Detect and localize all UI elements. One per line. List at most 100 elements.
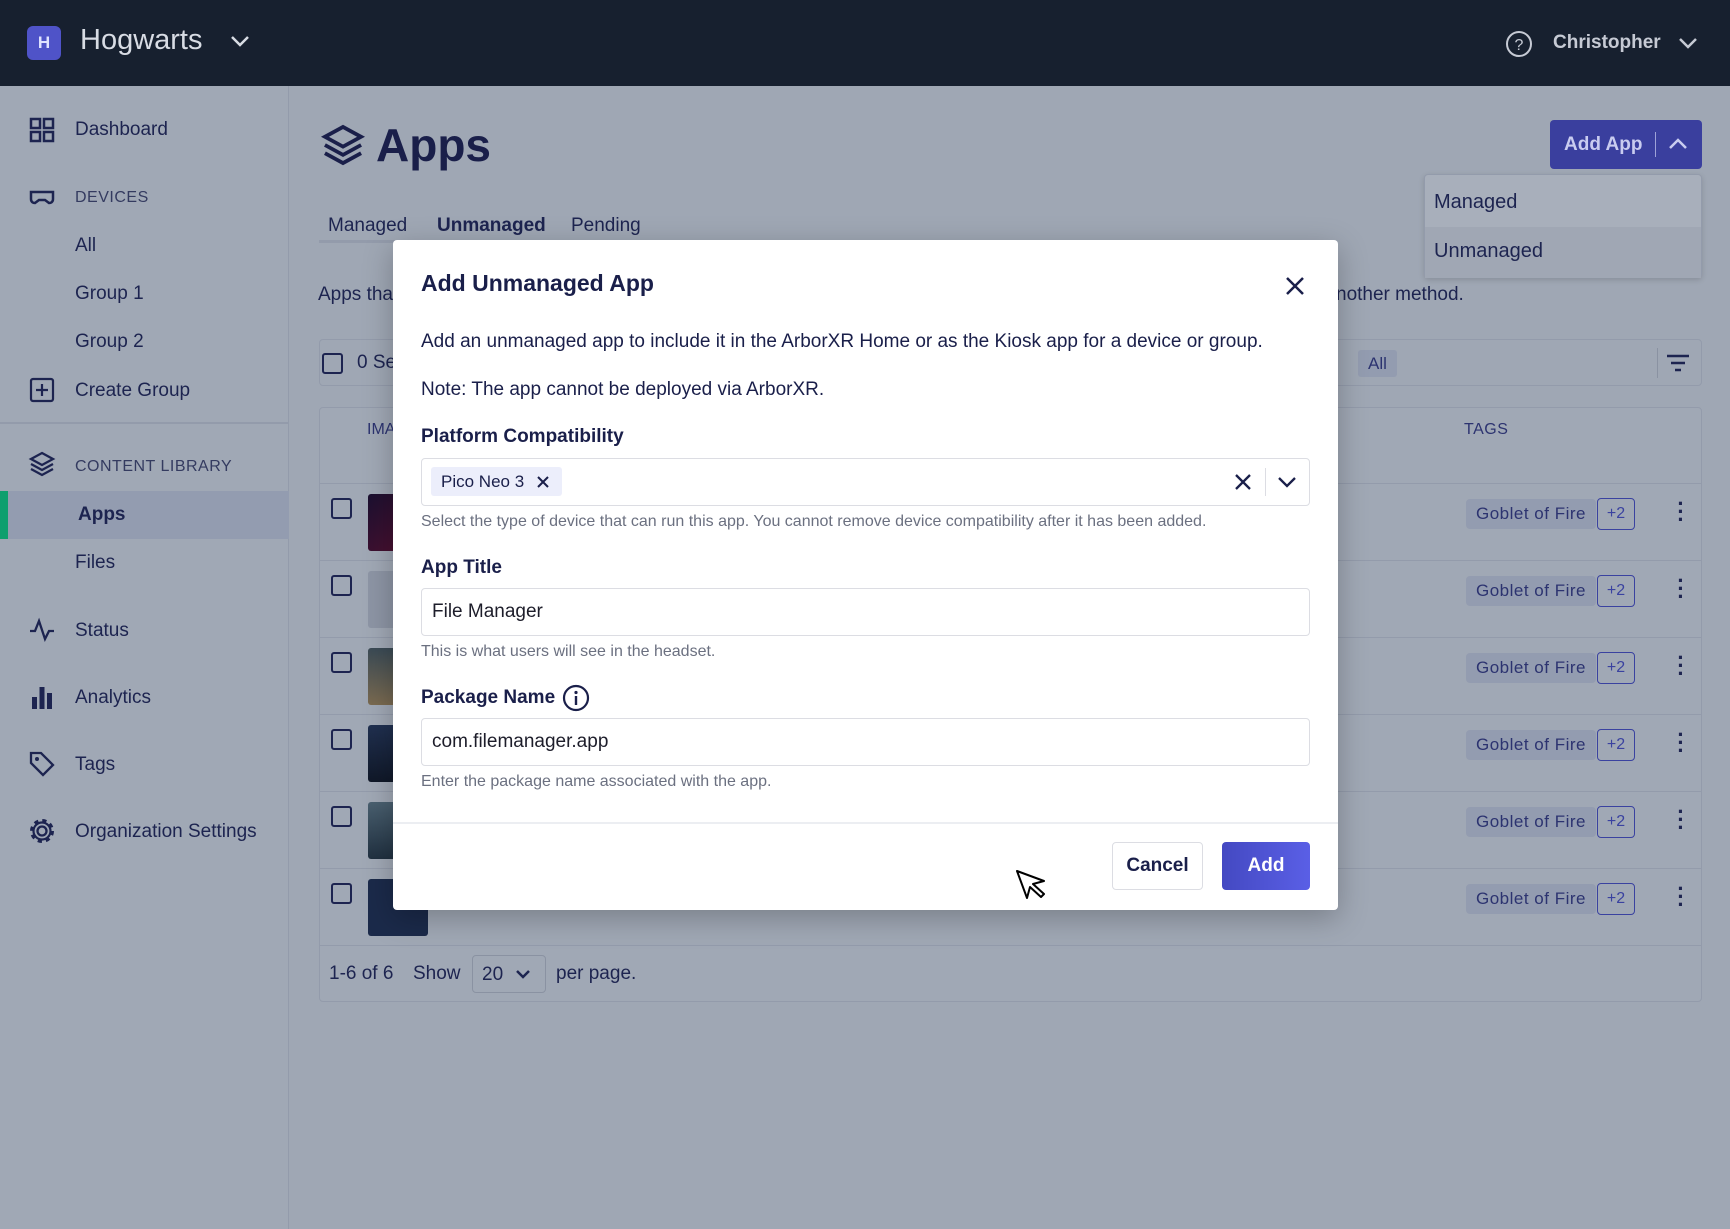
more-tags-button[interactable]: +2 xyxy=(1597,883,1635,915)
top-bar: H Hogwarts ? Christopher xyxy=(0,0,1730,86)
package-name-label: Package Name xyxy=(421,687,556,708)
sidebar-active-bg xyxy=(0,491,289,539)
show-label: Show xyxy=(413,963,461,984)
sidebar-item-files[interactable]: Files xyxy=(75,552,115,574)
row-checkbox[interactable] xyxy=(331,729,352,750)
per-page-label: per page. xyxy=(556,963,637,984)
user-chevron-down-icon[interactable] xyxy=(1678,36,1698,50)
column-header-image: IMA xyxy=(367,421,396,438)
sidebar-item-group-1[interactable]: Group 1 xyxy=(75,283,144,305)
tag-chip[interactable]: Goblet of Fire xyxy=(1466,807,1596,837)
devices-header: DEVICES xyxy=(75,189,149,206)
add-app-button[interactable]: Add App xyxy=(1550,120,1702,169)
tag-chip[interactable]: Goblet of Fire xyxy=(1466,499,1596,529)
sidebar-item-create-group[interactable]: Create Group xyxy=(75,380,190,402)
footer-divider xyxy=(393,822,1338,824)
more-tags-button[interactable]: +2 xyxy=(1597,652,1635,684)
sidebar-item-analytics[interactable]: Analytics xyxy=(75,687,151,709)
more-tags-button[interactable]: +2 xyxy=(1597,806,1635,838)
chevron-down-icon[interactable] xyxy=(1277,476,1297,489)
per-page-select[interactable]: 20 xyxy=(472,955,546,993)
menu-item-unmanaged[interactable]: Unmanaged xyxy=(1434,240,1543,263)
modal-intro: Add an unmanaged app to include it in th… xyxy=(421,331,1263,352)
apps-layers-icon xyxy=(320,124,366,166)
mouse-cursor-icon xyxy=(1016,870,1045,899)
platform-label: Platform Compatibility xyxy=(421,426,624,447)
kebab-menu-icon[interactable]: · · · xyxy=(1677,647,1685,685)
package-name-help: Enter the package name associated with t… xyxy=(421,773,772,790)
per-page-value: 20 xyxy=(482,964,504,985)
sidebar-item-status[interactable]: Status xyxy=(75,620,129,642)
tag-chip[interactable]: Goblet of Fire xyxy=(1466,884,1596,914)
row-checkbox[interactable] xyxy=(331,575,352,596)
clear-icon[interactable] xyxy=(1234,473,1252,491)
platform-select[interactable]: Pico Neo 3 xyxy=(421,458,1310,506)
tag-chip[interactable]: Goblet of Fire xyxy=(1466,730,1596,760)
sidebar-item-tags[interactable]: Tags xyxy=(75,754,115,776)
more-tags-button[interactable]: +2 xyxy=(1597,575,1635,607)
modal-note: Note: The app cannot be deployed via Arb… xyxy=(421,379,825,400)
org-avatar[interactable]: H xyxy=(27,26,61,60)
kebab-menu-icon[interactable]: · · · xyxy=(1677,493,1685,531)
divider xyxy=(1655,132,1656,157)
more-tags-button[interactable]: +2 xyxy=(1597,498,1635,530)
tag-icon xyxy=(29,751,55,777)
platform-help: Select the type of device that can run t… xyxy=(421,513,1207,530)
sidebar-item-organization-settings[interactable]: Organization Settings xyxy=(75,821,257,843)
tab-pending[interactable]: Pending xyxy=(571,215,641,237)
sidebar-item-apps[interactable]: Apps xyxy=(78,504,126,526)
sidebar-item-dashboard[interactable]: Dashboard xyxy=(75,119,168,141)
help-circle-icon[interactable]: ? xyxy=(1505,30,1533,58)
sidebar-item-all[interactable]: All xyxy=(75,235,96,257)
chip-remove-icon[interactable] xyxy=(536,475,550,489)
row-checkbox[interactable] xyxy=(331,883,352,904)
divider xyxy=(1657,348,1658,378)
tag-chip[interactable]: Goblet of Fire xyxy=(1466,653,1596,683)
modal-title: Add Unmanaged App xyxy=(421,270,654,296)
pagination-range: 1-6 of 6 xyxy=(329,963,394,984)
sidebar-item-group-2[interactable]: Group 2 xyxy=(75,331,144,353)
cancel-button[interactable]: Cancel xyxy=(1112,842,1203,890)
kebab-menu-icon[interactable]: · · · xyxy=(1677,570,1685,608)
svg-text:?: ? xyxy=(1515,37,1524,54)
row-checkbox[interactable] xyxy=(331,498,352,519)
app-title-help: This is what users will see in the heads… xyxy=(421,643,716,660)
app-title-label: App Title xyxy=(421,557,502,578)
close-icon[interactable] xyxy=(1284,275,1306,297)
platform-chip: Pico Neo 3 xyxy=(431,467,563,496)
add-app-label: Add App xyxy=(1564,133,1643,155)
content-library-header: CONTENT LIBRARY xyxy=(75,458,233,475)
kebab-menu-icon[interactable]: · · · xyxy=(1677,878,1685,916)
row-checkbox[interactable] xyxy=(331,806,352,827)
add-app-menu: Managed Unmanaged xyxy=(1424,174,1702,278)
row-checkbox[interactable] xyxy=(331,652,352,673)
info-icon[interactable] xyxy=(562,684,590,712)
user-name[interactable]: Christopher xyxy=(1553,32,1661,54)
sidebar: Dashboard DEVICES All Group 1 Group 2 Cr… xyxy=(0,86,289,1229)
add-button[interactable]: Add xyxy=(1222,842,1310,890)
filter-icon[interactable] xyxy=(1666,353,1690,373)
kebab-menu-icon[interactable]: · · · xyxy=(1677,801,1685,839)
package-name-input[interactable]: com.filemanager.app xyxy=(421,718,1310,766)
page-description-start: Apps tha xyxy=(318,284,393,305)
tab-unmanaged[interactable]: Unmanaged xyxy=(437,215,546,237)
filter-chip[interactable]: All xyxy=(1358,350,1397,377)
divider xyxy=(1265,468,1266,496)
kebab-menu-icon[interactable]: · · · xyxy=(1677,724,1685,762)
tab-managed[interactable]: Managed xyxy=(328,215,407,237)
select-all-checkbox[interactable] xyxy=(322,353,343,374)
menu-item-managed[interactable]: Managed xyxy=(1434,191,1517,214)
headset-icon xyxy=(29,190,55,205)
app-title-input[interactable]: File Manager xyxy=(421,588,1310,636)
org-chevron-down-icon[interactable] xyxy=(229,34,251,48)
divider xyxy=(0,422,289,424)
page-description-end: nother method. xyxy=(1336,284,1464,305)
gear-icon xyxy=(30,819,54,843)
org-name[interactable]: Hogwarts xyxy=(80,24,203,57)
active-indicator xyxy=(0,491,8,539)
activity-icon xyxy=(30,617,54,642)
tag-chip[interactable]: Goblet of Fire xyxy=(1466,576,1596,606)
chevron-up-icon[interactable] xyxy=(1668,137,1688,151)
more-tags-button[interactable]: +2 xyxy=(1597,729,1635,761)
plus-square-icon xyxy=(29,377,55,403)
